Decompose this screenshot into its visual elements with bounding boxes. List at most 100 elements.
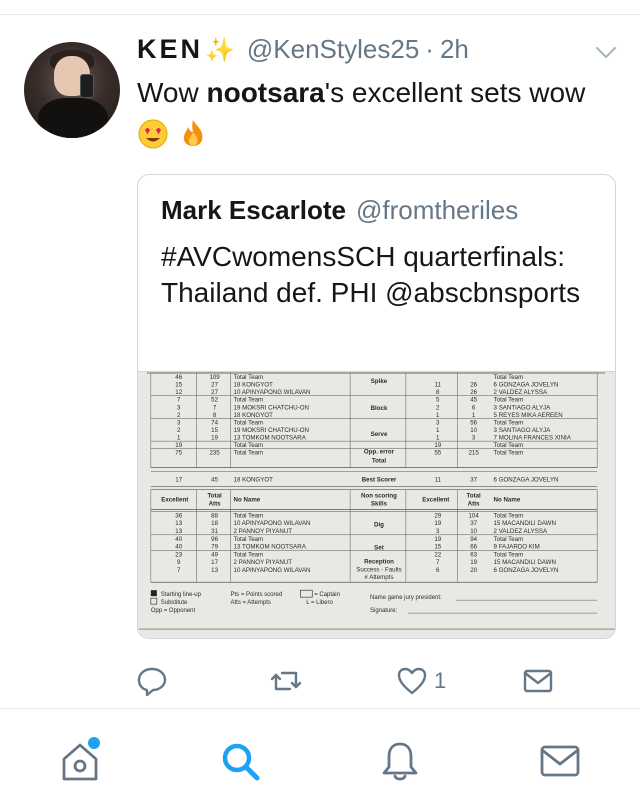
sheet-bottom-left-excellent: 23 <box>175 551 182 558</box>
direct-message-button[interactable] <box>522 664 554 698</box>
legend-starting-square <box>150 590 157 597</box>
sheet-bottom-right-name: Total Team <box>494 512 524 519</box>
tweet-text-after: 's excellent sets wow <box>324 77 586 108</box>
tweet-header: KEN ✨ @KenStyles25 · 2h <box>137 34 469 74</box>
reply-icon <box>137 667 167 697</box>
sheet-left-excellent: 7 <box>177 397 181 404</box>
sheet-bottom-skill: Dig <box>374 521 384 528</box>
sheet-left-name: 19 MOKSRI CHATCHU-ON <box>234 427 309 434</box>
sheet-left-name: 18 KONGYOT <box>234 412 274 419</box>
tab-messages[interactable] <box>538 739 582 783</box>
sheet-bottom-skill: Set <box>374 544 384 551</box>
separator-dot: · <box>425 34 434 64</box>
retweet-button[interactable] <box>270 664 302 698</box>
sheet-right-excellent: 5 <box>436 397 440 404</box>
user-handle[interactable]: @KenStyles25 <box>247 34 419 65</box>
sheet-bottom-right-name: Total Team <box>494 551 524 558</box>
sheet-right-excellent: 1 <box>436 412 440 419</box>
sheet-bottom-right-name: 15 MACANDILI DAWN <box>494 520 556 527</box>
sheet-header-total: Total <box>207 493 222 500</box>
scoresheet-photo[interactable]: 46 109 Total Team Total Team15 27 18 KONGYOT 1… <box>138 371 616 639</box>
sheet-bottom-left-total: 88 <box>211 512 218 519</box>
sheet-bottom-right-excellent: 19 <box>434 520 441 527</box>
sheet-left-total: 7 <box>213 404 217 411</box>
reply-button[interactable] <box>136 664 168 698</box>
mail-icon <box>523 669 553 693</box>
sheet-bottom-right-total: 20 <box>470 567 477 574</box>
sheet-right-name: Total Team <box>494 374 524 381</box>
avatar-body <box>38 98 108 138</box>
sheet-left-total: 19 <box>211 435 218 442</box>
sheet-bottom-right-total: 63 <box>470 551 477 558</box>
sheet-left-name: Total Team <box>234 397 264 404</box>
like-count: 1 <box>434 668 447 693</box>
sheet-bottom-skill: Reception <box>364 558 394 565</box>
sheet-left-excellent: 19 <box>175 442 182 449</box>
sheet-left-total: 15 <box>211 427 218 434</box>
sheet-right-name: Total Team <box>494 397 524 404</box>
sheet-bottom-left-total: 13 <box>211 567 218 574</box>
heart-icon <box>397 667 427 695</box>
sheet-left-total: 74 <box>211 419 218 426</box>
chevron-down-icon[interactable] <box>594 44 618 62</box>
sheet-header-skills: Skills <box>371 501 388 508</box>
avatar[interactable] <box>24 42 120 138</box>
sheet-right-total: 10 <box>470 427 477 434</box>
sheet-right-total: 45 <box>470 397 477 404</box>
sheet-skill-label: Spike <box>371 378 388 385</box>
like-button[interactable]: 1 <box>396 664 446 698</box>
sheet-left-excellent: 2 <box>177 412 181 419</box>
sheet-left-excellent: 1 <box>177 435 181 442</box>
avatar-phone <box>80 74 94 98</box>
sheet-right-name: Total Team <box>494 450 524 457</box>
sheet-left-total: 8 <box>213 412 217 419</box>
sheet-best-right-name: 6 GONZAGA JOVELYN <box>494 477 559 484</box>
sheet-bottom-left-total: 96 <box>211 536 218 543</box>
tweet-actions: 1 <box>0 664 640 698</box>
sheet-header-total: Total <box>467 493 482 500</box>
sheet-bottom-skill: # Attempts <box>364 574 393 581</box>
sheet-best-right-total: 37 <box>470 477 477 484</box>
tweet-timestamp[interactable]: 2h <box>440 34 469 65</box>
sheet-bottom-left-excellent: 9 <box>177 559 181 566</box>
tweet-emojis <box>137 118 209 150</box>
sheet-bottom-right-excellent: 29 <box>434 512 441 519</box>
sheet-best-left-name: 18 KONGYOT <box>234 477 274 484</box>
sheet-header-name: No Name <box>494 497 521 504</box>
sheet-bottom-right-excellent: 22 <box>434 551 441 558</box>
fire-emoji-icon <box>183 120 203 146</box>
sheet-best-left-total: 45 <box>211 477 218 484</box>
sheet-bottom-left-name: 10 APINYAPONG WILAVAN <box>234 567 311 574</box>
sheet-bottom-left-name: Total Team <box>234 551 264 558</box>
top-divider <box>0 14 640 15</box>
sheet-header-nonscoring: Non scoring <box>361 493 397 500</box>
tab-search[interactable] <box>218 739 262 783</box>
sheet-skill-label: Opp. error <box>364 449 395 456</box>
sheet-bottom-left-total: 31 <box>211 528 218 535</box>
sheet-right-excellent: 3 <box>436 419 440 426</box>
home-notification-dot <box>88 737 100 749</box>
retweet-icon <box>270 671 302 691</box>
quoted-tweet-text: #AVCwomensSCH quarterfinals: Thailand de… <box>161 241 581 308</box>
sheet-left-excellent: 3 <box>177 419 181 426</box>
display-name[interactable]: KEN <box>137 34 203 65</box>
sheet-bottom-right-name: Total Team <box>494 536 524 543</box>
sheet-left-total: 27 <box>211 382 218 389</box>
sheet-bottom-right-total: 66 <box>470 544 477 551</box>
sheet-bottom-left-total: 49 <box>211 551 218 558</box>
sparkles-emoji: ✨ <box>205 37 235 64</box>
sheet-left-name: 10 APINYAPONG WILAVAN <box>234 389 311 396</box>
sheet-bottom-left-excellent: 40 <box>175 544 182 551</box>
sheet-left-name: Total Team <box>234 442 264 449</box>
legend-signature: Signature: <box>370 608 398 614</box>
sheet-bottom-left-excellent: 40 <box>175 536 182 543</box>
legend-captain: = Captain <box>314 592 340 598</box>
sheet-best-scorer-label: Best Scorer <box>362 477 397 484</box>
tab-notifications[interactable] <box>378 739 422 783</box>
sheet-left-total: 27 <box>211 389 218 396</box>
sheet-left-name: Total Team <box>234 419 264 426</box>
sheet-header-atts: Atts <box>209 501 222 508</box>
sheet-left-name: 19 MOKSRI CHATCHU-ON <box>234 404 309 411</box>
sheet-left-excellent: 75 <box>175 450 182 457</box>
quoted-tweet-card[interactable]: Mark Escarlote @fromtheriles #AVCwomensS… <box>137 174 616 639</box>
